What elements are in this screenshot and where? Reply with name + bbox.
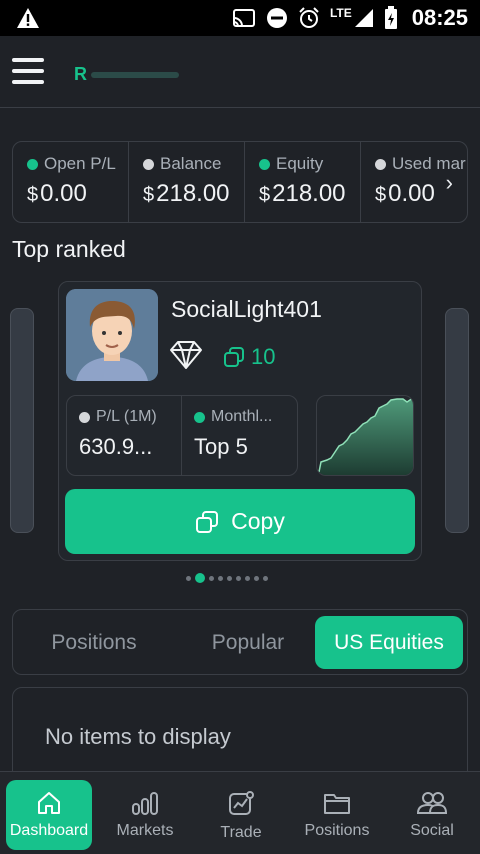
network-type: LTE xyxy=(329,6,352,20)
status-time: 08:25 xyxy=(411,5,468,30)
nav-trade[interactable]: Trade xyxy=(198,780,284,850)
empty-state-message: No items to display xyxy=(45,724,231,749)
page-dot[interactable] xyxy=(227,575,232,581)
chevron-right-icon[interactable]: › xyxy=(446,170,453,196)
carousel-next-card[interactable] xyxy=(445,308,469,533)
trader-card[interactable]: SocialLight401 10 P/L (1M) 630.9... Mont… xyxy=(58,281,422,561)
page-dot[interactable] xyxy=(209,575,214,581)
metric-monthly-rank: Monthl... Top 5 xyxy=(194,408,273,459)
menu-icon[interactable] xyxy=(12,58,44,84)
logo-wordmark xyxy=(91,71,179,78)
section-title-top-ranked: Top ranked xyxy=(12,236,126,262)
nav-dashboard[interactable]: Dashboard xyxy=(6,780,92,850)
stat-open-pl: Open P/L $0.00 xyxy=(13,142,129,222)
nav-markets[interactable]: Markets xyxy=(102,780,188,850)
tab-us-equities[interactable]: US Equities xyxy=(315,616,463,669)
tab-popular[interactable]: Popular xyxy=(179,616,317,669)
status-dot xyxy=(79,411,90,423)
diamond-icon xyxy=(170,341,202,369)
page-dot[interactable] xyxy=(186,575,191,581)
status-dot xyxy=(27,158,38,170)
nav-social[interactable]: Social xyxy=(389,780,475,850)
status-dot xyxy=(259,158,270,170)
bottom-navigation: Dashboard Markets Trade Positions Social xyxy=(0,771,480,854)
battery-icon xyxy=(384,6,397,29)
carousel-pagination[interactable] xyxy=(186,573,268,583)
brand-logo: R xyxy=(74,64,179,85)
home-icon xyxy=(38,792,60,814)
bars-icon xyxy=(132,792,158,815)
alarm-icon xyxy=(299,7,319,28)
chart-trend-icon xyxy=(229,791,254,815)
warning-icon xyxy=(17,8,39,28)
metric-pl-1m: P/L (1M) 630.9... xyxy=(67,396,182,475)
cast-icon xyxy=(232,9,255,27)
status-bar: LTE 08:25 xyxy=(0,0,480,36)
performance-sparkline xyxy=(316,395,414,476)
trader-name[interactable]: SocialLight401 xyxy=(171,296,322,323)
page-dot[interactable] xyxy=(245,575,250,581)
copy-icon xyxy=(196,510,219,533)
signal-icon xyxy=(354,9,373,27)
status-dot xyxy=(375,158,386,170)
avatar-illustration xyxy=(66,289,158,381)
avatar[interactable] xyxy=(66,289,158,381)
logo-mark-icon: R xyxy=(74,64,87,84)
status-dot xyxy=(143,158,154,170)
copy-trader-button[interactable]: Copy xyxy=(65,489,415,554)
trader-metrics: P/L (1M) 630.9... Monthl... Top 5 xyxy=(66,395,298,476)
page-dot-active[interactable] xyxy=(195,573,205,583)
tab-positions[interactable]: Positions xyxy=(27,616,161,669)
account-summary[interactable]: Open P/L $0.00 Balance $218.00 Equity $2… xyxy=(12,141,468,223)
page-dot[interactable] xyxy=(236,575,241,581)
nav-positions[interactable]: Positions xyxy=(294,780,380,850)
do-not-disturb-icon xyxy=(266,8,287,28)
users-icon xyxy=(416,792,448,814)
folder-icon xyxy=(324,794,350,814)
page-dot[interactable] xyxy=(218,575,223,581)
carousel-prev-card[interactable] xyxy=(10,308,34,533)
page-dot[interactable] xyxy=(263,575,268,581)
status-dot xyxy=(194,411,205,423)
stat-balance: Balance $218.00 xyxy=(129,142,245,222)
copies-count: 10 xyxy=(223,344,275,370)
market-tabs: Positions Popular US Equities xyxy=(12,609,468,675)
page-dot[interactable] xyxy=(254,575,259,581)
stat-equity: Equity $218.00 xyxy=(245,142,361,222)
copy-icon xyxy=(224,347,244,367)
app-header: R xyxy=(0,36,480,108)
